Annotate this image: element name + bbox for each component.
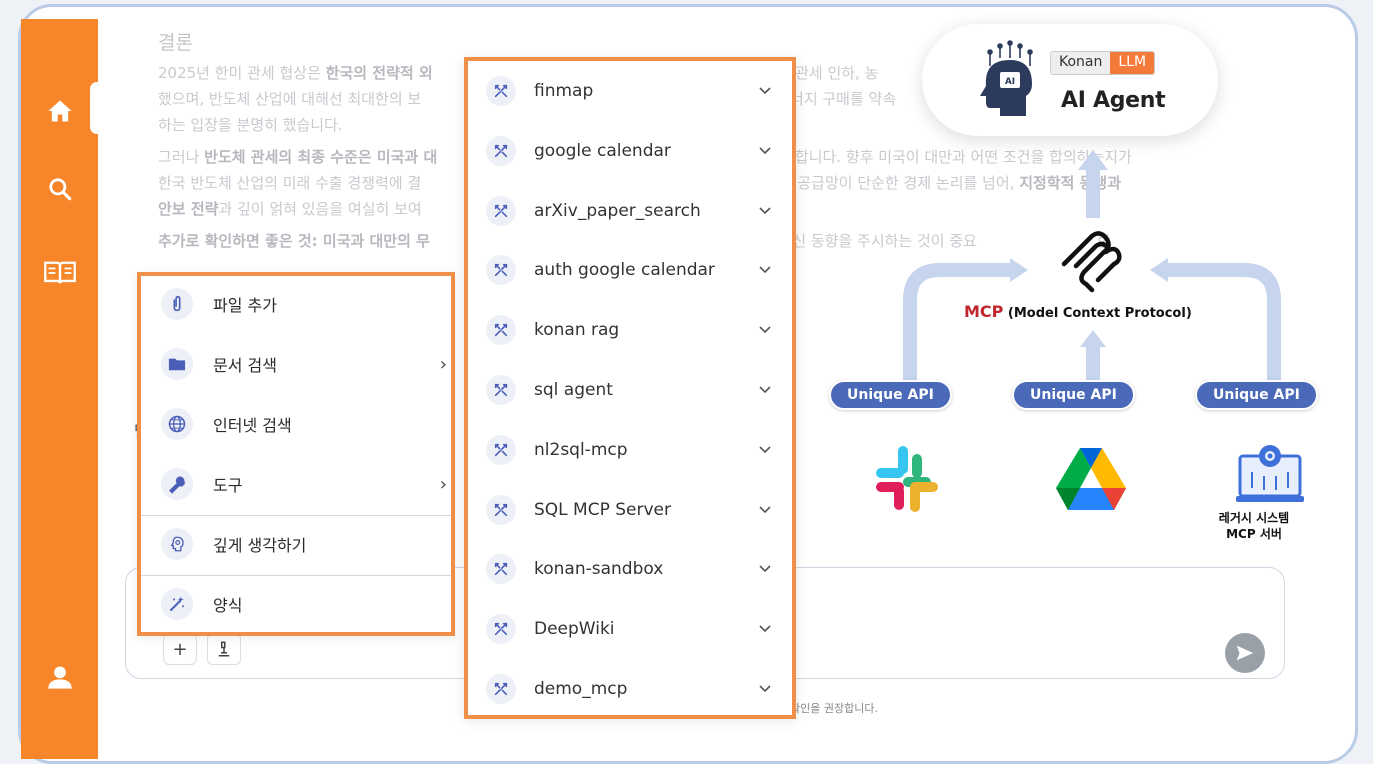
unique-api-pill: Unique API (1195, 380, 1318, 410)
arrow-head (1010, 258, 1028, 282)
arrow-head (1078, 150, 1108, 170)
arrow-right-connector (1168, 263, 1281, 383)
ai-head-icon: AI (980, 40, 1033, 116)
unique-api-pill: Unique API (1012, 380, 1135, 410)
badge-llm: LLM (1110, 52, 1155, 74)
mcp-label: MCP (Model Context Protocol) (964, 302, 1192, 321)
konan-llm-badge: Konan LLM (1050, 51, 1156, 75)
svg-text:AI: AI (1005, 77, 1015, 87)
google-drive-logo-icon (1056, 448, 1126, 510)
badge-konan: Konan (1051, 52, 1111, 74)
arrow-head (1080, 330, 1106, 347)
mcp-logo-icon (1061, 231, 1122, 293)
legacy-system-label: 레거시 시스템 MCP 서버 (1218, 511, 1290, 541)
arrow-head (1150, 258, 1168, 282)
unique-api-pill: Unique API (829, 380, 952, 410)
agent-title: AI Agent (1061, 88, 1166, 113)
legacy-laptop-icon (1236, 445, 1304, 502)
ai-agent-card: AI (922, 24, 1218, 136)
arrow-left-connector (903, 263, 1010, 383)
slack-logo-icon (876, 446, 938, 512)
